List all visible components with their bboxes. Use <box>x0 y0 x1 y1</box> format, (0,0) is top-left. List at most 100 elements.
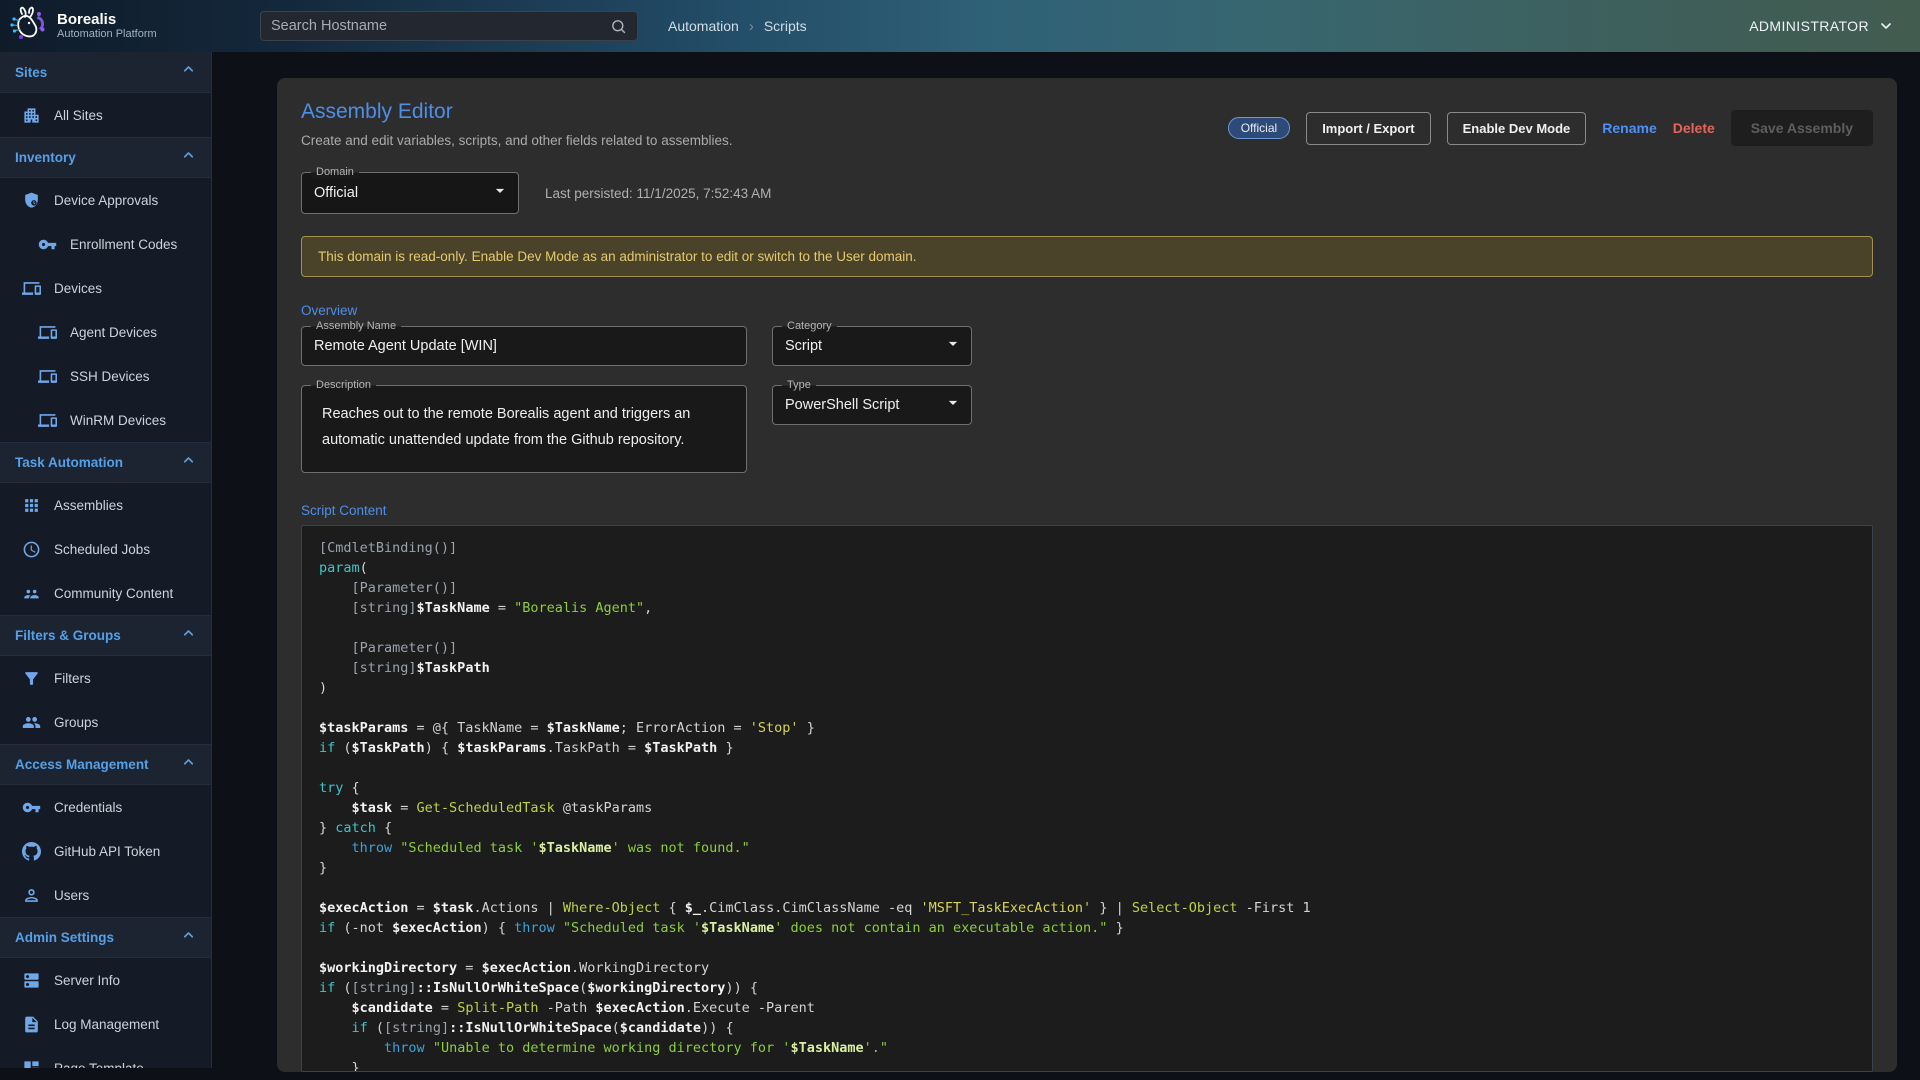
sidebar-section-label: Access Management <box>15 757 149 772</box>
sidebar-item-devices[interactable]: Devices <box>0 266 211 310</box>
page-title: Assembly Editor <box>301 100 732 124</box>
user-menu[interactable]: ADMINISTRATOR <box>1749 18 1894 34</box>
sidebar-item-github-api-token[interactable]: GitHub API Token <box>0 829 211 873</box>
chevron-up-icon <box>181 626 196 646</box>
github-icon <box>21 841 41 861</box>
sidebar-item-label: WinRM Devices <box>70 413 166 428</box>
code-line: if (-not $execAction) { throw "Scheduled… <box>319 918 1855 938</box>
code-line: $task = Get-ScheduledTask @taskParams <box>319 798 1855 818</box>
sidebar-item-assemblies[interactable]: Assemblies <box>0 483 211 527</box>
sidebar-item-ssh-devices[interactable]: SSH Devices <box>0 354 211 398</box>
description-label: Description <box>311 378 376 392</box>
sidebar-item-users[interactable]: Users <box>0 873 211 917</box>
sidebar-item-groups[interactable]: Groups <box>0 700 211 744</box>
code-line: [Parameter()] <box>319 578 1855 598</box>
main-area: Assembly Editor Create and edit variable… <box>212 52 1920 1080</box>
breadcrumb-scripts[interactable]: Scripts <box>764 18 807 34</box>
sidebar-item-label: Log Management <box>54 1017 159 1032</box>
devices-icon <box>37 322 57 342</box>
domain-chip[interactable]: Official <box>1228 117 1290 139</box>
code-line <box>319 618 1855 638</box>
brand-name: Borealis <box>57 11 157 28</box>
enable-dev-mode-button[interactable]: Enable Dev Mode <box>1447 112 1587 145</box>
save-assembly-button[interactable]: Save Assembly <box>1731 110 1873 146</box>
sidebar-item-device-approvals[interactable]: Device Approvals <box>0 178 211 222</box>
code-line: [string]$TaskPath <box>319 658 1855 678</box>
funnel-icon <box>21 668 41 688</box>
sidebar-section-task-automation[interactable]: Task Automation <box>0 442 211 483</box>
sidebar-item-agent-devices[interactable]: Agent Devices <box>0 310 211 354</box>
type-select[interactable]: Type PowerShell Script <box>772 385 972 425</box>
sidebar-item-label: Filters <box>54 671 91 686</box>
code-line: $taskParams = @{ TaskName = $TaskName; E… <box>319 718 1855 738</box>
code-line: try { <box>319 778 1855 798</box>
sidebar-item-label: Devices <box>54 281 102 296</box>
sidebar-section-label: Inventory <box>15 150 76 165</box>
code-line: [CmdletBinding()] <box>319 538 1855 558</box>
delete-button[interactable]: Delete <box>1673 120 1715 136</box>
rename-button[interactable]: Rename <box>1602 120 1656 136</box>
server-icon <box>21 970 41 990</box>
sidebar-item-community-content[interactable]: Community Content <box>0 571 211 615</box>
description-field[interactable]: Description Reaches out to the remote Bo… <box>301 385 747 473</box>
sidebar-item-label: Page Template <box>54 1061 144 1069</box>
sidebar-item-label: Enrollment Codes <box>70 237 177 252</box>
code-line: ) <box>319 678 1855 698</box>
category-label: Category <box>782 319 837 333</box>
script-content-label: Script Content <box>301 503 1873 518</box>
sidebar-section-sites[interactable]: Sites <box>0 52 211 93</box>
last-persisted-text: Last persisted: 11/1/2025, 7:52:43 AM <box>545 186 771 201</box>
breadcrumb: Automation › Scripts <box>668 18 807 35</box>
log-icon <box>21 1014 41 1034</box>
code-line <box>319 878 1855 898</box>
description-text[interactable]: Reaches out to the remote Borealis agent… <box>302 386 746 468</box>
overview-section-label: Overview <box>301 303 1873 318</box>
domain-select[interactable]: Domain Official <box>301 172 519 214</box>
sidebar-section-filters-groups[interactable]: Filters & Groups <box>0 615 211 656</box>
breadcrumb-automation[interactable]: Automation <box>668 18 739 34</box>
assembly-name-field[interactable]: Assembly Name <box>301 326 747 366</box>
category-select[interactable]: Category Script <box>772 326 972 366</box>
code-line: throw "Unable to determine working direc… <box>319 1038 1855 1058</box>
sidebar-item-page-template[interactable]: Page Template <box>0 1046 211 1068</box>
code-line: [string]$TaskName = "Borealis Agent", <box>319 598 1855 618</box>
devices-icon <box>21 278 41 298</box>
template-icon <box>21 1058 41 1068</box>
key-icon <box>37 234 57 254</box>
sidebar-item-enrollment-codes[interactable]: Enrollment Codes <box>0 222 211 266</box>
sidebar-item-label: Server Info <box>54 973 120 988</box>
sidebar-section-access-management[interactable]: Access Management <box>0 744 211 785</box>
script-code-editor[interactable]: [CmdletBinding()]param( [Parameter()] [s… <box>301 525 1873 1072</box>
type-label: Type <box>782 378 816 392</box>
sidebar-item-server-info[interactable]: Server Info <box>0 958 211 1002</box>
sidebar-item-filters[interactable]: Filters <box>0 656 211 700</box>
sidebar-item-label: Users <box>54 888 89 903</box>
sidebar-item-credentials[interactable]: Credentials <box>0 785 211 829</box>
chevron-up-icon <box>181 62 196 82</box>
sidebar-item-winrm-devices[interactable]: WinRM Devices <box>0 398 211 442</box>
sidebar-item-scheduled-jobs[interactable]: Scheduled Jobs <box>0 527 211 571</box>
hostname-search-box[interactable] <box>260 11 638 41</box>
search-input[interactable] <box>271 18 610 34</box>
brand-logo-area[interactable]: Borealis Automation Platform <box>0 4 212 49</box>
people-icon <box>21 583 41 603</box>
chevron-down-icon <box>1878 18 1894 34</box>
sidebar-section-inventory[interactable]: Inventory <box>0 137 211 178</box>
domain-select-value: Official <box>302 173 518 213</box>
sidebar-item-label: All Sites <box>54 108 103 123</box>
code-line: $execAction = $task.Actions | Where-Obje… <box>319 898 1855 918</box>
sidebar-section-label: Task Automation <box>15 455 123 470</box>
read-only-warning-banner: This domain is read-only. Enable Dev Mod… <box>301 236 1873 277</box>
top-bar: Borealis Automation Platform Automation … <box>0 0 1920 52</box>
assembly-name-label: Assembly Name <box>311 319 401 333</box>
sidebar-item-log-management[interactable]: Log Management <box>0 1002 211 1046</box>
building-icon <box>21 105 41 125</box>
sidebar-item-all-sites[interactable]: All Sites <box>0 93 211 137</box>
clock-icon <box>21 539 41 559</box>
code-line: if ([string]::IsNullOrWhiteSpace($candid… <box>319 1018 1855 1038</box>
import-export-button[interactable]: Import / Export <box>1306 112 1430 145</box>
sidebar-item-label: Device Approvals <box>54 193 158 208</box>
sidebar-section-admin-settings[interactable]: Admin Settings <box>0 917 211 958</box>
code-line: } catch { <box>319 818 1855 838</box>
chevron-up-icon <box>181 755 196 775</box>
